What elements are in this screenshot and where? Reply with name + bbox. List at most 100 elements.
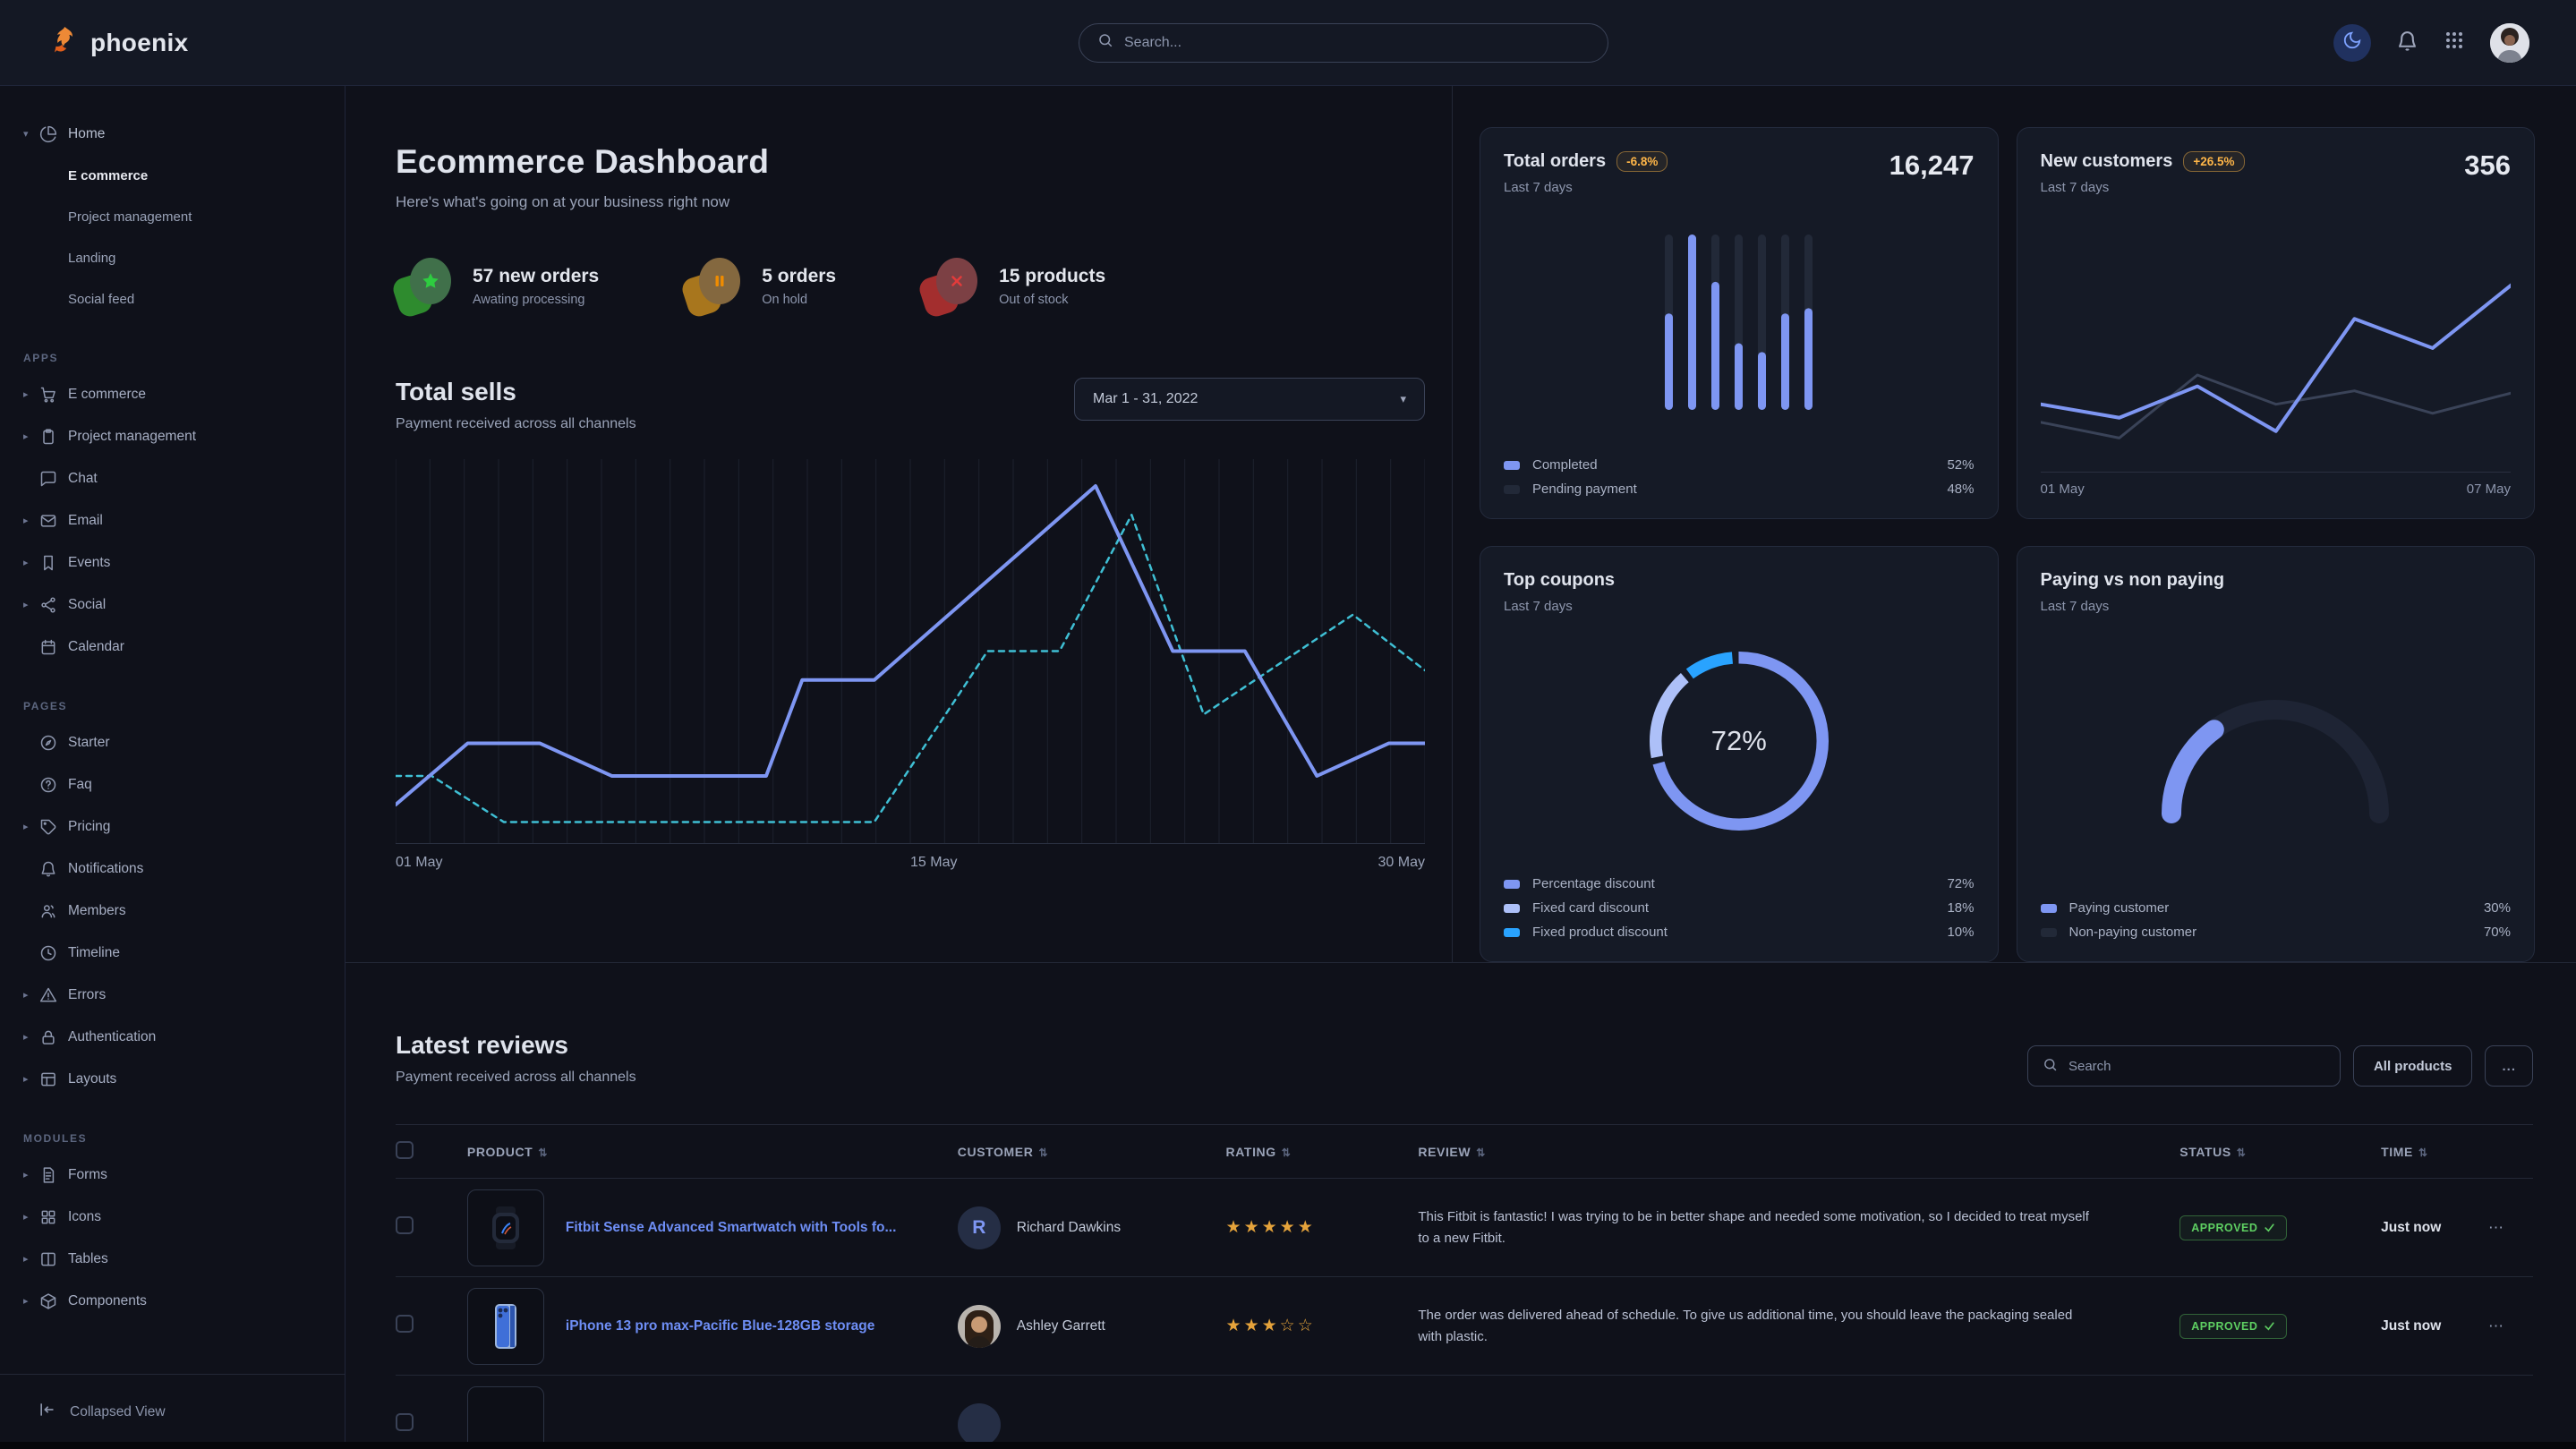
sidebar-item-notifications[interactable]: Notifications bbox=[23, 848, 328, 890]
new-customers-line-chart bbox=[2041, 247, 2512, 473]
sidebar-item-authentication[interactable]: ▸ Authentication bbox=[23, 1016, 328, 1058]
calendar-icon bbox=[39, 638, 68, 656]
product-link[interactable]: Fitbit Sense Advanced Smartwatch with To… bbox=[566, 1220, 896, 1236]
global-search-input[interactable]: Search... bbox=[1079, 23, 1608, 63]
star-empty-icon: ☆ bbox=[1280, 1317, 1298, 1335]
sidebar-item-timeline[interactable]: Timeline bbox=[23, 932, 328, 974]
collapsed-view-label: Collapsed View bbox=[70, 1404, 166, 1420]
row-menu-button[interactable]: ⋯ bbox=[2488, 1219, 2504, 1236]
sidebar-item-faq[interactable]: Faq bbox=[23, 763, 328, 805]
rating-stars: ★★★☆☆ bbox=[1226, 1317, 1316, 1335]
total-orders-bar-chart bbox=[1504, 195, 1975, 448]
apps-grid-button[interactable] bbox=[2444, 30, 2465, 55]
row-checkbox[interactable] bbox=[396, 1315, 414, 1333]
legend-row: Paying customer30% bbox=[2041, 900, 2512, 916]
sort-icon: ⇅ bbox=[1282, 1146, 1292, 1159]
row-checkbox[interactable] bbox=[396, 1216, 414, 1234]
total-orders-card: Total orders -6.8% 16,247 Last 7 days Co… bbox=[1480, 127, 1999, 519]
cart-icon bbox=[39, 386, 68, 404]
legend-row: Percentage discount72% bbox=[1504, 876, 1975, 891]
product-thumbnail bbox=[467, 1386, 544, 1449]
paying-card: Paying vs non paying Last 7 days Paying … bbox=[2017, 546, 2536, 962]
sidebar-subitem-social-feed[interactable]: Social feed bbox=[23, 278, 328, 320]
sidebar-item-pricing[interactable]: ▸ Pricing bbox=[23, 805, 328, 848]
theme-toggle-button[interactable] bbox=[2333, 24, 2371, 62]
sidebar-item-layouts[interactable]: ▸ Layouts bbox=[23, 1058, 328, 1100]
user-avatar[interactable] bbox=[2490, 23, 2529, 63]
date-range-select[interactable]: Mar 1 - 31, 2022 ▾ bbox=[1074, 378, 1425, 421]
donut-center-label: 72% bbox=[1711, 725, 1767, 757]
stats-row: 57 new orders Awating processing 5 order… bbox=[396, 258, 1425, 315]
star-filled-icon: ★ bbox=[1262, 1218, 1280, 1237]
sidebar-item-members[interactable]: Members bbox=[23, 890, 328, 932]
star-filled-icon: ★ bbox=[1262, 1317, 1280, 1335]
collapsed-view-toggle[interactable]: Collapsed View bbox=[0, 1374, 345, 1449]
reviews-title: Latest reviews bbox=[396, 1031, 636, 1060]
reviews-menu-button[interactable]: ... bbox=[2485, 1045, 2533, 1087]
stat-title: 15 products bbox=[999, 266, 1105, 287]
column-header-review[interactable]: REVIEW⇅ bbox=[1418, 1125, 2179, 1179]
sidebar-item-e-commerce[interactable]: ▸ E commerce bbox=[23, 373, 328, 415]
sidebar-item-project-management[interactable]: ▸ Project management bbox=[23, 415, 328, 457]
sidebar-item-chat[interactable]: Chat bbox=[23, 457, 328, 499]
envelope-icon bbox=[39, 512, 68, 530]
sort-icon: ⇅ bbox=[1476, 1146, 1486, 1159]
all-products-button[interactable]: All products bbox=[2353, 1045, 2473, 1087]
lock-icon bbox=[39, 1028, 68, 1046]
question-icon bbox=[39, 776, 68, 794]
sidebar-item-email[interactable]: ▸ Email bbox=[23, 499, 328, 541]
sidebar-item-home[interactable]: ▾ Home bbox=[23, 113, 328, 155]
bell-icon bbox=[39, 860, 68, 878]
clipboard-icon bbox=[39, 428, 68, 446]
sidebar-item-components[interactable]: ▸ Components bbox=[23, 1280, 328, 1322]
column-header-customer[interactable]: CUSTOMER⇅ bbox=[958, 1125, 1226, 1179]
sidebar-item-social[interactable]: ▸ Social bbox=[23, 584, 328, 626]
star-filled-icon: ★ bbox=[1244, 1317, 1262, 1335]
sidebar: ▾ HomeE commerceProject managementLandin… bbox=[0, 86, 345, 1449]
reviews-search-input[interactable]: Search bbox=[2027, 1045, 2341, 1087]
row-checkbox[interactable] bbox=[396, 1413, 414, 1431]
sidebar-item-icons[interactable]: ▸ Icons bbox=[23, 1196, 328, 1238]
phoenix-logo-icon bbox=[47, 24, 79, 61]
sidebar-subitem-landing[interactable]: Landing bbox=[23, 237, 328, 278]
status-badge: APPROVED bbox=[2179, 1215, 2287, 1240]
product-link[interactable]: iPhone 13 pro max-Pacific Blue-128GB sto… bbox=[566, 1318, 874, 1334]
bell-icon bbox=[2396, 30, 2418, 56]
sidebar-item-forms[interactable]: ▸ Forms bbox=[23, 1154, 328, 1196]
sidebar-item-tables[interactable]: ▸ Tables bbox=[23, 1238, 328, 1280]
column-header-rating[interactable]: RATING⇅ bbox=[1226, 1125, 1419, 1179]
legend-swatch bbox=[1504, 880, 1520, 889]
sort-icon: ⇅ bbox=[538, 1146, 548, 1159]
select-all-checkbox[interactable] bbox=[396, 1141, 414, 1159]
sidebar-item-events[interactable]: ▸ Events bbox=[23, 541, 328, 584]
stat-subtitle: Out of stock bbox=[999, 293, 1105, 307]
chat-icon bbox=[39, 470, 68, 488]
sidebar-subitem-project-management[interactable]: Project management bbox=[23, 196, 328, 237]
stat-red: 15 products Out of stock bbox=[922, 258, 1105, 315]
row-menu-button[interactable]: ⋯ bbox=[2488, 1317, 2504, 1334]
sidebar-item-starter[interactable]: Starter bbox=[23, 721, 328, 763]
rating-stars: ★★★★★ bbox=[1226, 1218, 1316, 1237]
column-header-status[interactable]: STATUS⇅ bbox=[2179, 1125, 2381, 1179]
legend-row: Pending payment48% bbox=[1504, 482, 1975, 497]
brand[interactable]: phoenix bbox=[47, 24, 188, 61]
column-header-time[interactable]: TIME⇅ bbox=[2381, 1125, 2488, 1179]
sidebar-item-calendar[interactable]: Calendar bbox=[23, 626, 328, 668]
star-filled-icon: ★ bbox=[1244, 1218, 1262, 1237]
caret-right-icon: ▸ bbox=[23, 1211, 39, 1223]
sidebar-subitem-e-commerce[interactable]: E commerce bbox=[23, 155, 328, 196]
total-sells-subtitle: Payment received across all channels bbox=[396, 416, 636, 432]
columns-icon bbox=[39, 1250, 68, 1268]
total-orders-badge: -6.8% bbox=[1616, 151, 1668, 172]
layout-icon bbox=[39, 1070, 68, 1088]
caret-right-icon: ▸ bbox=[23, 1295, 39, 1307]
sidebar-item-errors[interactable]: ▸ Errors bbox=[23, 974, 328, 1016]
column-header-product[interactable]: PRODUCT⇅ bbox=[467, 1125, 958, 1179]
notifications-button[interactable] bbox=[2396, 30, 2418, 56]
stat-subtitle: On hold bbox=[762, 293, 836, 307]
caret-right-icon: ▸ bbox=[23, 388, 39, 400]
chevron-down-icon: ▾ bbox=[1400, 392, 1406, 406]
pause-icon bbox=[699, 258, 740, 304]
stat-subtitle: Awating processing bbox=[473, 293, 599, 307]
star-icon bbox=[410, 258, 451, 304]
